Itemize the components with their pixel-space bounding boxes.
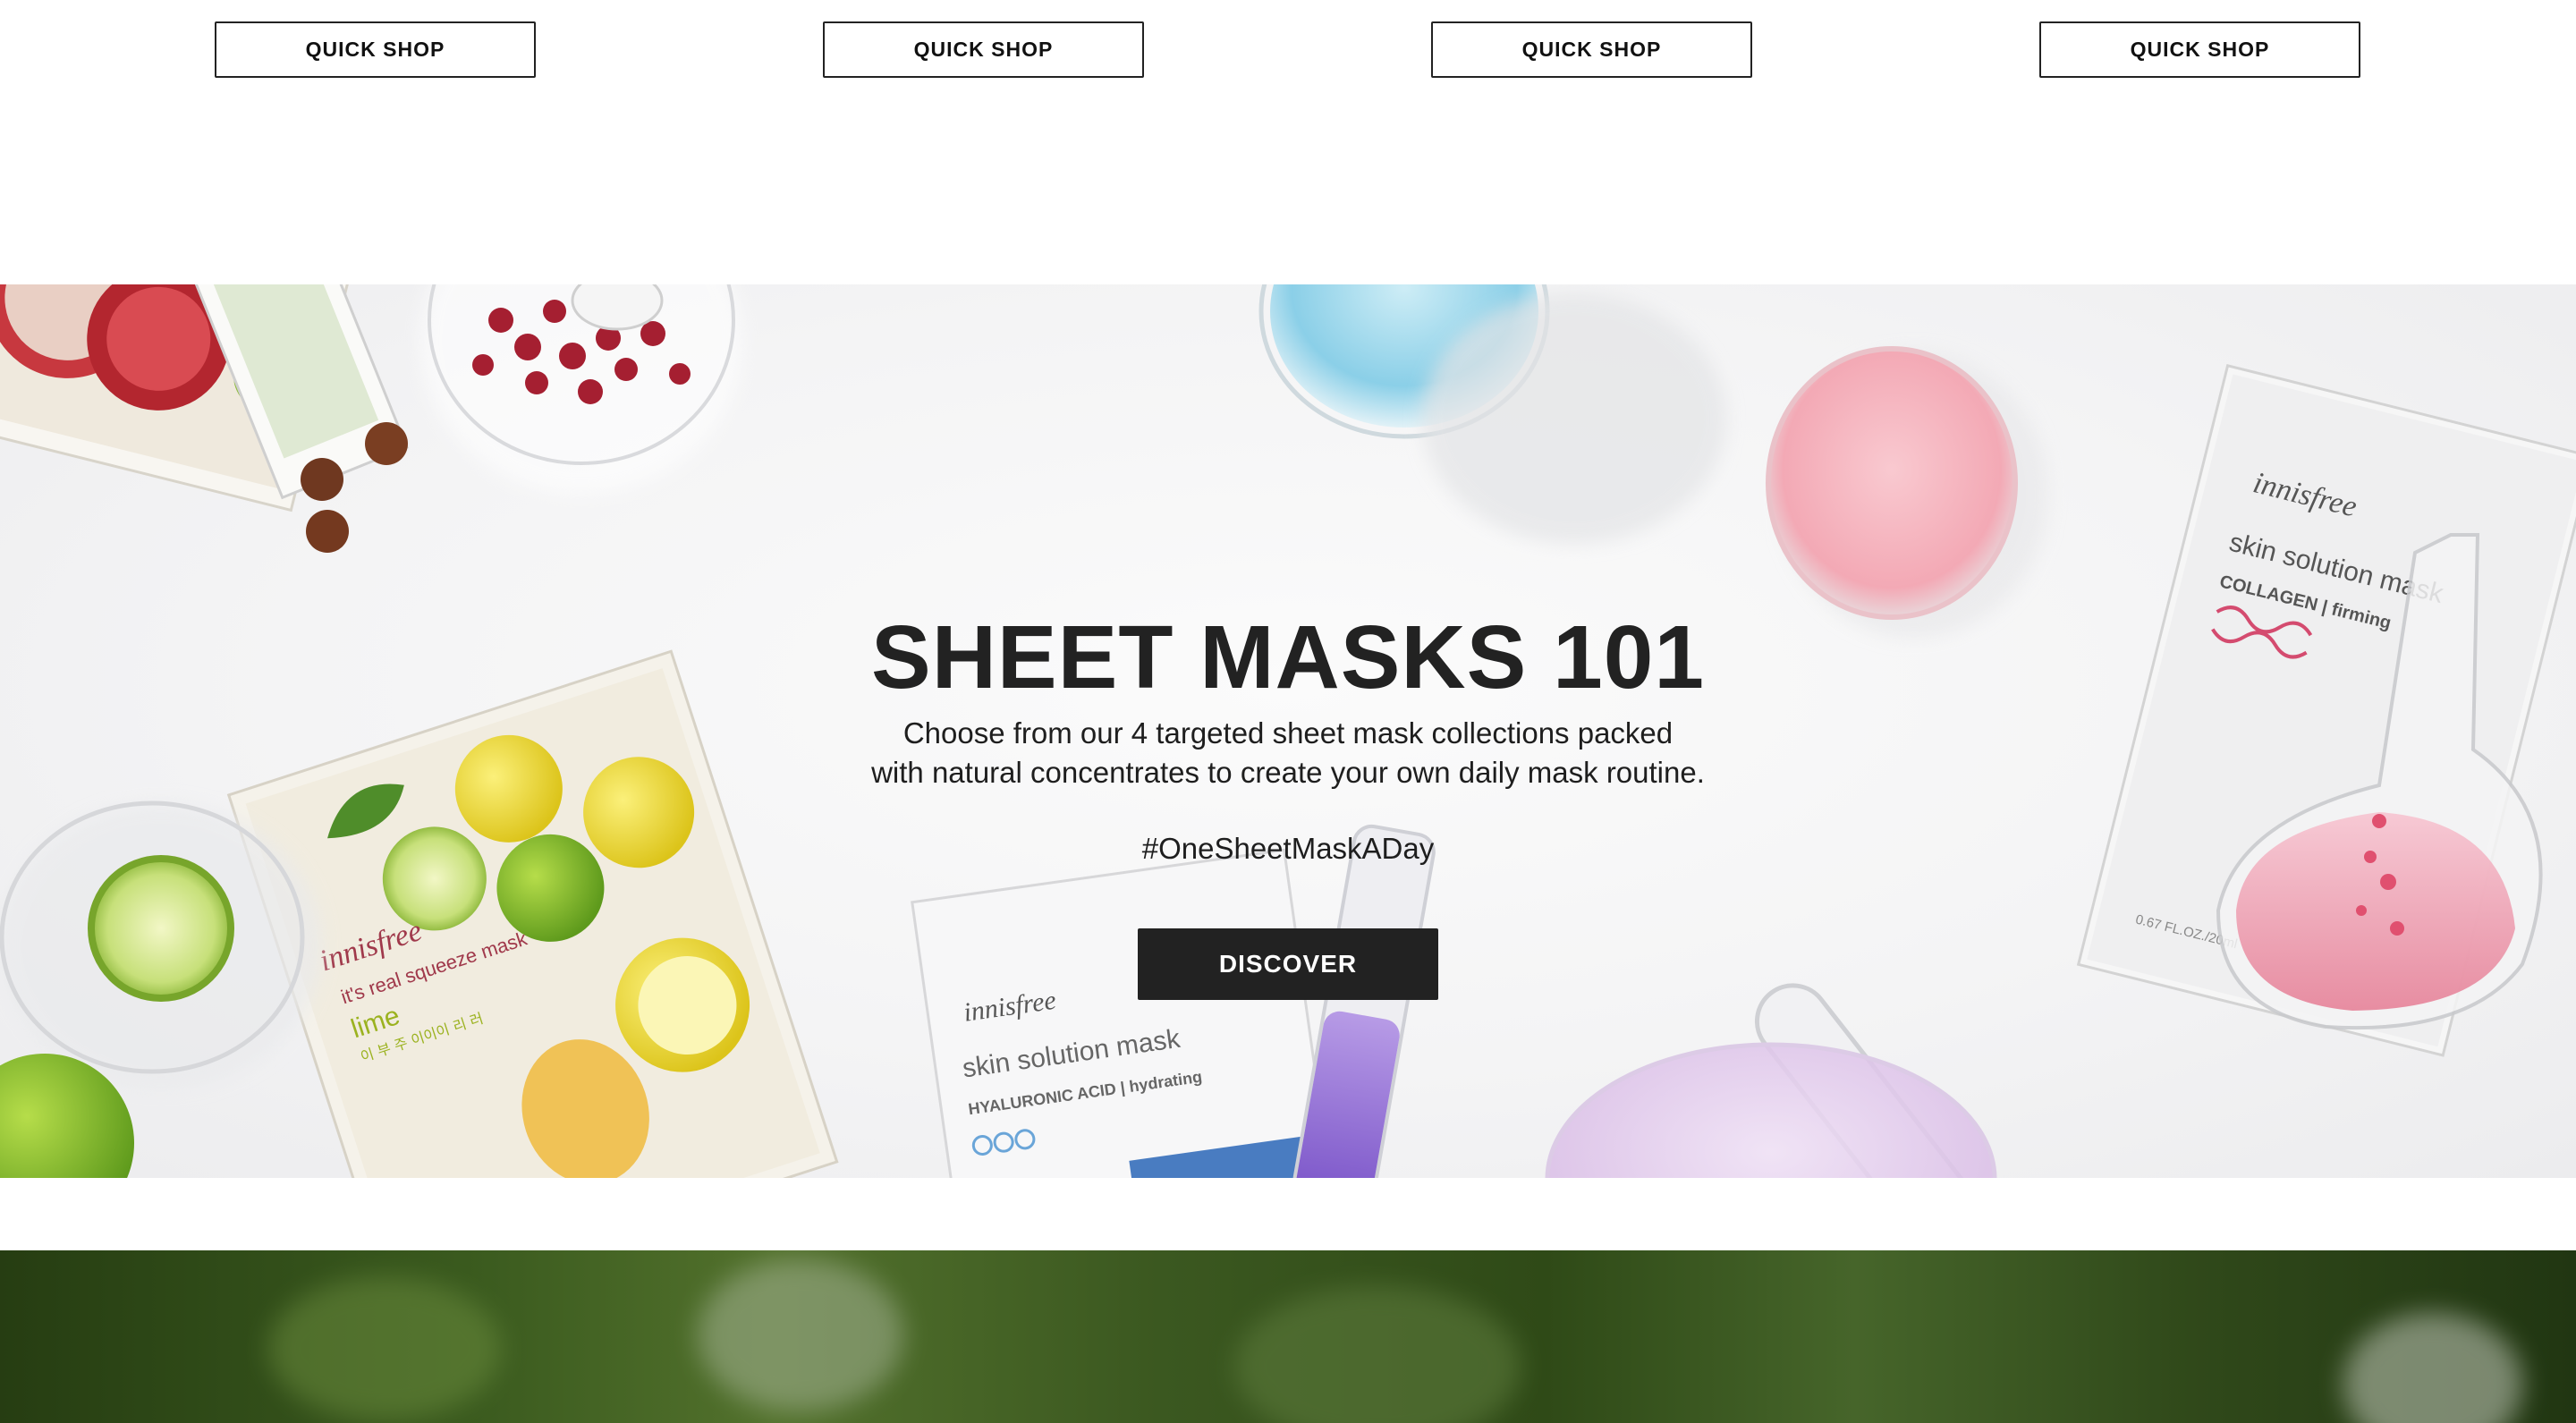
product-quick-shop-row: QUICK SHOP QUICK SHOP QUICK SHOP QUICK S… [0,0,2576,284]
hero-subtitle: Choose from our 4 targeted sheet mask co… [0,714,2576,792]
hero-content: SHEET MASKS 101 Choose from our 4 target… [0,284,2576,1178]
discover-button[interactable]: DISCOVER [1138,928,1438,1000]
hero-hashtag: #OneSheetMaskADay [1141,832,1435,865]
bokeh-light [1234,1286,1521,1423]
sheet-masks-hero-banner: innisfree skin solution mask COLLAGEN | … [0,284,2576,1178]
bokeh-light [698,1259,903,1411]
quick-shop-button-1[interactable]: QUICK SHOP [215,21,536,78]
bokeh-light [268,1277,501,1420]
quick-shop-button-2[interactable]: QUICK SHOP [823,21,1144,78]
quick-shop-button-4[interactable]: QUICK SHOP [2039,21,2360,78]
hero-subtitle-line-2: with natural concentrates to create your… [871,756,1705,789]
bokeh-light [2343,1313,2522,1423]
quick-shop-button-3[interactable]: QUICK SHOP [1431,21,1752,78]
nature-image-banner [0,1250,2576,1423]
hero-subtitle-line-1: Choose from our 4 targeted sheet mask co… [902,716,1674,750]
hero-title: SHEET MASKS 101 [871,607,1705,707]
